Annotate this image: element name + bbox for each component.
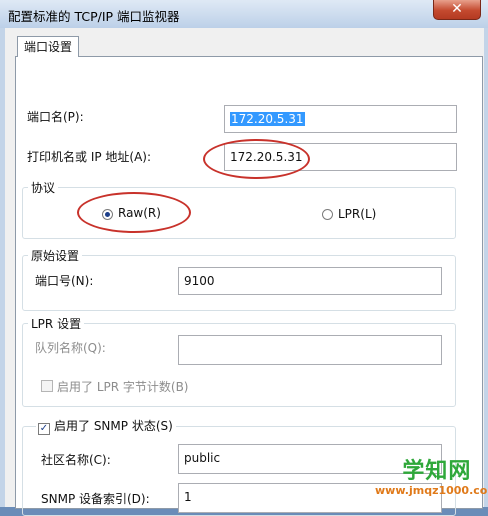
port-name-value: 172.20.5.31	[230, 112, 305, 126]
lpr-radio[interactable]	[322, 209, 333, 220]
host-address-highlight	[203, 139, 310, 179]
window-title: 配置标准的 TCP/IP 端口监视器	[8, 9, 180, 24]
raw-settings-title: 原始设置	[28, 247, 83, 264]
tab-port-settings[interactable]: 端口设置	[17, 36, 79, 57]
port-number-label: 端口号(N):	[35, 274, 94, 288]
snmp-device-index-label: SNMP 设备索引(D):	[41, 492, 150, 506]
lpr-settings-title: LPR 设置	[28, 315, 85, 332]
watermark-url: www.jmqz1000.com	[375, 484, 488, 497]
watermark-name: 学知网	[402, 459, 472, 484]
site-watermark: 学知网 www.jmqz1000.com	[375, 459, 488, 498]
title-bar[interactable]: 配置标准的 TCP/IP 端口监视器 ✕	[0, 0, 488, 28]
community-name-label: 社区名称(C):	[41, 453, 111, 467]
snmp-enabled-checkbox[interactable]: ✓	[38, 423, 50, 435]
host-address-label: 打印机名或 IP 地址(A):	[27, 150, 152, 164]
byte-counting-label[interactable]: 启用了 LPR 字节计数(B)	[57, 378, 189, 395]
port-monitor-dialog: 配置标准的 TCP/IP 端口监视器 ✕ 端口设置 端口名(P): 172.20…	[0, 0, 488, 516]
close-icon: ✕	[451, 1, 463, 17]
port-name-label: 端口名(P):	[27, 110, 84, 124]
protocol-group-title: 协议	[28, 179, 59, 196]
lpr-radio-label[interactable]: LPR(L)	[338, 207, 376, 221]
port-settings-panel: 端口名(P): 172.20.5.31 打印机名或 IP 地址(A): 172.…	[15, 56, 483, 516]
close-button[interactable]: ✕	[433, 0, 481, 20]
snmp-enabled-label: 启用了 SNMP 状态(S)	[54, 419, 173, 433]
raw-option-highlight	[77, 192, 191, 233]
port-number-input[interactable]: 9100	[178, 267, 442, 295]
snmp-enabled-row[interactable]: ✓ 启用了 SNMP 状态(S)	[36, 417, 176, 435]
queue-name-input[interactable]	[178, 335, 442, 365]
byte-counting-checkbox[interactable]	[41, 380, 53, 392]
queue-name-label: 队列名称(Q):	[35, 341, 106, 355]
dialog-client-area: 端口设置 端口名(P): 172.20.5.31 打印机名或 IP 地址(A):…	[5, 28, 484, 516]
port-name-input[interactable]: 172.20.5.31	[224, 105, 457, 133]
